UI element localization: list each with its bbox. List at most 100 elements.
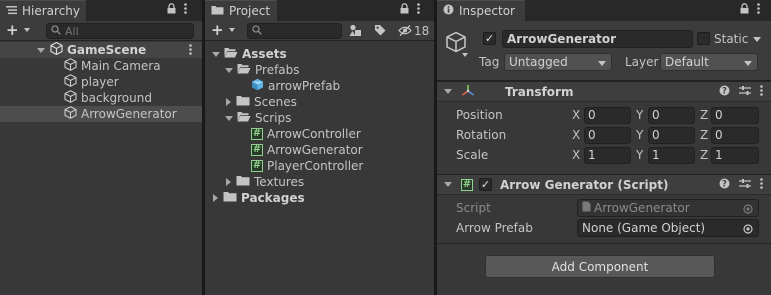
chevron-down-icon[interactable] xyxy=(24,28,30,32)
scene-row[interactable]: GameScene xyxy=(0,41,202,58)
expand-arrow-icon[interactable] xyxy=(225,115,233,121)
position-z-field[interactable]: 0 xyxy=(711,107,759,124)
presets-icon[interactable] xyxy=(739,178,751,192)
transform-component-header[interactable]: Transform ? xyxy=(437,81,771,102)
expand-arrow-icon[interactable] xyxy=(226,98,231,106)
folder-open-icon xyxy=(224,47,238,61)
rotation-y-label[interactable]: Y xyxy=(636,128,643,142)
presets-icon[interactable] xyxy=(739,85,751,99)
hierarchy-item-player[interactable]: player xyxy=(0,74,202,90)
hidden-packages-icon[interactable] xyxy=(398,25,412,39)
hidden-packages-count: 18 xyxy=(414,24,430,38)
project-script-arrow-controller[interactable]: # ArrowController xyxy=(205,126,434,142)
expand-arrow-icon[interactable] xyxy=(212,51,220,57)
expand-arrow-icon[interactable] xyxy=(226,178,231,186)
scale-z-field[interactable]: 1 xyxy=(711,147,759,164)
project-folder-textures[interactable]: Textures xyxy=(205,174,434,190)
lock-icon[interactable] xyxy=(400,3,409,17)
more-options-icon[interactable] xyxy=(189,44,192,58)
tag-label: Tag xyxy=(479,55,500,69)
position-y-label[interactable]: Y xyxy=(636,108,643,122)
more-options-icon[interactable] xyxy=(757,3,760,17)
position-x-label[interactable]: X xyxy=(572,108,580,122)
tag-dropdown[interactable]: Untagged xyxy=(504,53,612,71)
project-folder-scrips[interactable]: Scrips xyxy=(205,110,434,126)
object-name-field[interactable]: ArrowGenerator xyxy=(502,30,693,48)
tree-label-arrow-prefab: arrowPrefab xyxy=(268,79,341,93)
active-checkbox[interactable]: ✓ xyxy=(483,32,496,45)
more-options-icon[interactable] xyxy=(760,84,763,99)
scale-y-field[interactable]: 1 xyxy=(648,147,695,164)
expand-arrow-icon[interactable] xyxy=(37,47,45,53)
rotation-y-field[interactable]: 0 xyxy=(648,127,695,144)
filter-by-label-icon[interactable] xyxy=(374,24,386,39)
project-asset-arrow-prefab[interactable]: arrowPrefab xyxy=(205,78,434,94)
project-folder-scenes[interactable]: Scenes xyxy=(205,94,434,110)
position-z-label[interactable]: Z xyxy=(700,108,708,122)
arrow-prefab-field[interactable]: None (Game Object) xyxy=(577,219,759,237)
script-reference-field: ArrowGenerator xyxy=(577,199,759,217)
rotation-x-label[interactable]: X xyxy=(572,128,580,142)
expand-arrow-icon[interactable] xyxy=(225,67,233,73)
prefab-cube-icon xyxy=(251,78,264,94)
project-script-arrow-generator[interactable]: # ArrowGenerator xyxy=(205,142,434,158)
script-file-icon xyxy=(582,201,591,215)
hierarchy-search[interactable] xyxy=(46,23,194,39)
object-picker-icon xyxy=(743,203,753,217)
help-icon[interactable]: ? xyxy=(719,85,730,99)
project-folder-assets[interactable]: Assets xyxy=(205,46,434,62)
scale-x-label[interactable]: X xyxy=(572,148,580,162)
project-script-player-controller[interactable]: # PlayerController xyxy=(205,158,434,174)
filter-by-type-icon[interactable] xyxy=(349,24,362,40)
rotation-z-label[interactable]: Z xyxy=(700,128,708,142)
project-folder-prefabs[interactable]: Prefabs xyxy=(205,62,434,78)
scale-z-label[interactable]: Z xyxy=(700,148,708,162)
script-component-header[interactable]: # ✓ Arrow Generator (Script) ? xyxy=(437,174,771,195)
create-button[interactable]: + xyxy=(211,22,224,38)
more-options-icon[interactable] xyxy=(760,177,763,192)
gameobject-cube-icon xyxy=(64,90,77,106)
tab-inspector[interactable]: Inspector xyxy=(437,0,525,21)
foldout-arrow-icon[interactable] xyxy=(444,182,452,187)
script-field-label: Script xyxy=(456,201,491,215)
scale-x-field[interactable]: 1 xyxy=(584,147,631,164)
hierarchy-item-main-camera[interactable]: Main Camera xyxy=(0,58,202,74)
scale-y-label[interactable]: Y xyxy=(636,148,643,162)
static-dropdown-chevron-icon[interactable] xyxy=(753,37,761,42)
unity-scene-icon xyxy=(50,41,63,58)
layer-dropdown[interactable]: Default xyxy=(660,53,758,71)
expand-arrow-icon[interactable] xyxy=(213,194,218,202)
script-header-icons: ? xyxy=(719,177,763,192)
project-folder-packages[interactable]: Packages xyxy=(205,190,434,206)
folder-open-icon xyxy=(237,111,251,125)
static-checkbox[interactable] xyxy=(697,32,710,45)
folder-open-icon xyxy=(237,63,251,77)
inspector-tabbar: Inspector xyxy=(437,0,771,21)
rotation-x-field[interactable]: 0 xyxy=(584,127,631,144)
lock-icon[interactable] xyxy=(740,3,749,17)
chevron-down-icon xyxy=(598,61,606,66)
more-options-icon[interactable] xyxy=(184,3,187,17)
hierarchy-item-background[interactable]: background xyxy=(0,90,202,106)
lock-icon[interactable] xyxy=(167,3,176,17)
tab-project[interactable]: Project xyxy=(205,0,277,21)
help-icon[interactable]: ? xyxy=(719,178,730,192)
foldout-arrow-icon[interactable] xyxy=(444,89,452,94)
add-component-button[interactable]: Add Component xyxy=(485,255,715,278)
project-search[interactable] xyxy=(247,23,342,39)
tab-hierarchy[interactable]: Hierarchy xyxy=(0,0,86,21)
hierarchy-search-input[interactable] xyxy=(65,24,155,38)
position-x-field[interactable]: 0 xyxy=(584,107,631,124)
script-enabled-checkbox[interactable]: ✓ xyxy=(479,178,492,191)
chevron-down-icon[interactable] xyxy=(462,53,468,57)
more-options-icon[interactable] xyxy=(417,3,420,17)
object-picker-icon[interactable] xyxy=(743,223,753,237)
hierarchy-item-arrow-generator[interactable]: ArrowGenerator xyxy=(0,106,202,122)
inspector-panel: Inspector ✓ ArrowGenerator Static Tag Un… xyxy=(437,0,771,295)
rotation-z-field[interactable]: 0 xyxy=(711,127,759,144)
create-button[interactable]: + xyxy=(6,22,19,38)
gameobject-cube-icon xyxy=(64,74,77,90)
chevron-down-icon[interactable] xyxy=(229,28,235,32)
search-icon xyxy=(252,24,262,38)
position-y-field[interactable]: 0 xyxy=(648,107,695,124)
